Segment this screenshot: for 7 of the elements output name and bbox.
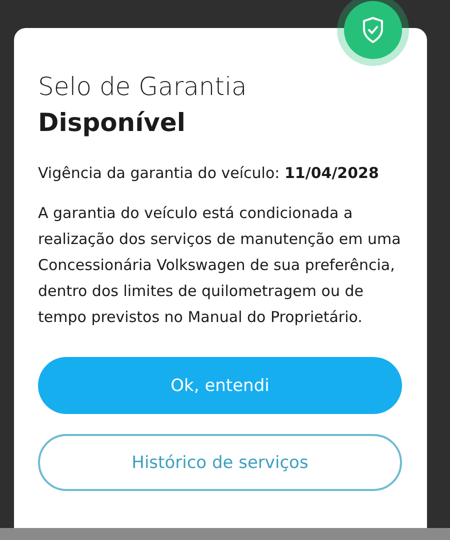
validity-text: Vigência da garantia do veículo: 11/04/2028 [38, 163, 380, 184]
history-button[interactable]: Histórico de serviços [38, 434, 402, 491]
status-text: Disponível [38, 107, 186, 139]
shield-check-icon [362, 17, 384, 43]
ok-button[interactable]: Ok, entendi [38, 357, 402, 414]
dialog-title: Selo de Garantia [38, 71, 248, 103]
description-text: A garantia do veículo está condicionada a realização dos serviços de manutenção em uma Concessionária Volkswagen de sua preferência, dentro dos limites de quilometragem ou de tempo previstos no Manual do Proprietário. [38, 203, 402, 328]
